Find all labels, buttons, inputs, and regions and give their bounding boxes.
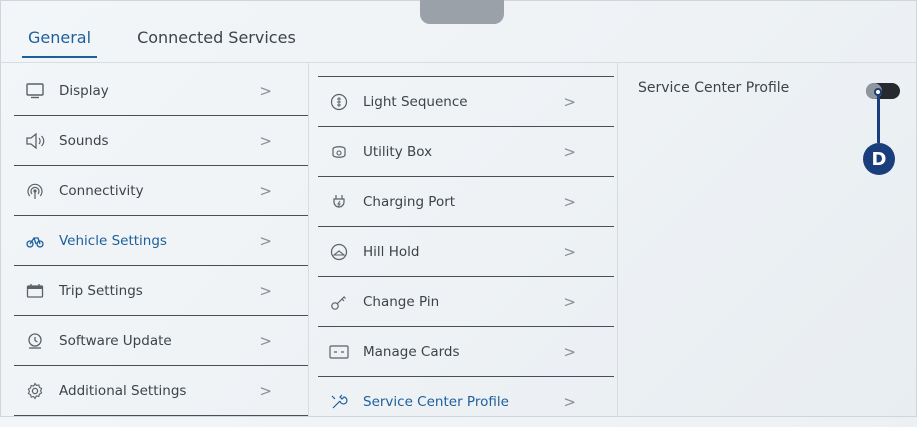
- menu-item-vehicle-settings[interactable]: Vehicle Settings >: [14, 216, 308, 266]
- menu-item-label: Change Pin: [363, 293, 440, 310]
- menu-item-service-center-profile[interactable]: Service Center Profile >: [318, 377, 614, 427]
- menu-item-label: Hill Hold: [363, 243, 420, 260]
- chevron-right-icon: >: [563, 142, 576, 161]
- plug-icon: [328, 191, 350, 213]
- trip-icon: [24, 280, 46, 302]
- chevron-right-icon: >: [259, 181, 272, 200]
- menu-item-label: Vehicle Settings: [59, 232, 167, 249]
- menu-item-label: Software Update: [59, 332, 172, 349]
- menu-item-software-update[interactable]: Software Update >: [14, 316, 308, 366]
- menu-item-display[interactable]: Display >: [14, 66, 308, 116]
- menu-item-sounds[interactable]: Sounds >: [14, 116, 308, 166]
- speaker-icon: [24, 130, 46, 152]
- menu-item-label: Display: [59, 82, 109, 99]
- menu-item-change-pin[interactable]: Change Pin >: [318, 277, 614, 327]
- menu-item-utility-box[interactable]: Utility Box >: [318, 127, 614, 177]
- service-center-profile-toggle[interactable]: [866, 83, 900, 99]
- tab-connected-services[interactable]: Connected Services: [131, 26, 302, 56]
- chevron-right-icon: >: [259, 381, 272, 400]
- menu-item-label: Additional Settings: [59, 382, 187, 399]
- menu-item-light-sequence[interactable]: Light Sequence >: [318, 77, 614, 127]
- chevron-right-icon: >: [563, 292, 576, 311]
- tab-bar: General Connected Services: [22, 26, 336, 58]
- card-icon: [328, 341, 350, 363]
- chevron-right-icon: >: [259, 131, 272, 150]
- light-icon: [328, 91, 350, 113]
- menu-item-label: Charging Port: [363, 193, 456, 210]
- key-icon: [328, 291, 350, 313]
- menu-item-trip-settings[interactable]: Trip Settings >: [14, 266, 308, 316]
- menu-item-label: Service Center Profile: [363, 394, 509, 410]
- menu-item-label: Connectivity: [59, 182, 144, 199]
- update-icon: [24, 330, 46, 352]
- menu-item-label: Utility Box: [363, 143, 433, 160]
- callout-anchor-dot: [874, 88, 882, 96]
- chevron-right-icon: >: [259, 331, 272, 350]
- menu-item-label: Manage Cards: [363, 343, 460, 360]
- chevron-right-icon: >: [259, 231, 272, 250]
- chevron-right-icon: >: [563, 192, 576, 211]
- chevron-right-icon: >: [563, 393, 576, 411]
- display-icon: [24, 80, 46, 102]
- menu-item-hill-hold[interactable]: Hill Hold >: [318, 227, 614, 277]
- service-center-profile-label: Service Center Profile: [638, 80, 790, 96]
- callout-leader-line: [877, 93, 880, 143]
- gear-icon: [24, 380, 46, 402]
- chevron-right-icon: >: [563, 242, 576, 261]
- menu-item-label: Light Sequence: [363, 93, 468, 110]
- chevron-right-icon: >: [259, 281, 272, 300]
- column-divider-2: [617, 63, 618, 417]
- chevron-right-icon: >: [563, 342, 576, 361]
- menu-item-manage-cards[interactable]: Manage Cards >: [318, 327, 614, 377]
- hill-hold-icon: [328, 241, 350, 263]
- tab-general[interactable]: General: [22, 26, 98, 58]
- column-divider-1: [308, 63, 309, 417]
- menu-item-connectivity[interactable]: Connectivity >: [14, 166, 308, 216]
- menu-item-additional-settings[interactable]: Additional Settings >: [14, 366, 308, 416]
- wrench-icon: [328, 391, 350, 413]
- menu-item-label: Sounds: [59, 132, 109, 149]
- scooter-icon: [24, 230, 46, 252]
- chevron-right-icon: >: [259, 81, 272, 100]
- menu-item-label: Trip Settings: [59, 282, 143, 299]
- callout-badge: D: [863, 143, 895, 175]
- signal-icon: [24, 180, 46, 202]
- chevron-right-icon: >: [563, 92, 576, 111]
- menu-item-charging-port[interactable]: Charging Port >: [318, 177, 614, 227]
- header-divider: [0, 62, 917, 63]
- top-notch: [420, 0, 504, 24]
- utility-box-icon: [328, 141, 350, 163]
